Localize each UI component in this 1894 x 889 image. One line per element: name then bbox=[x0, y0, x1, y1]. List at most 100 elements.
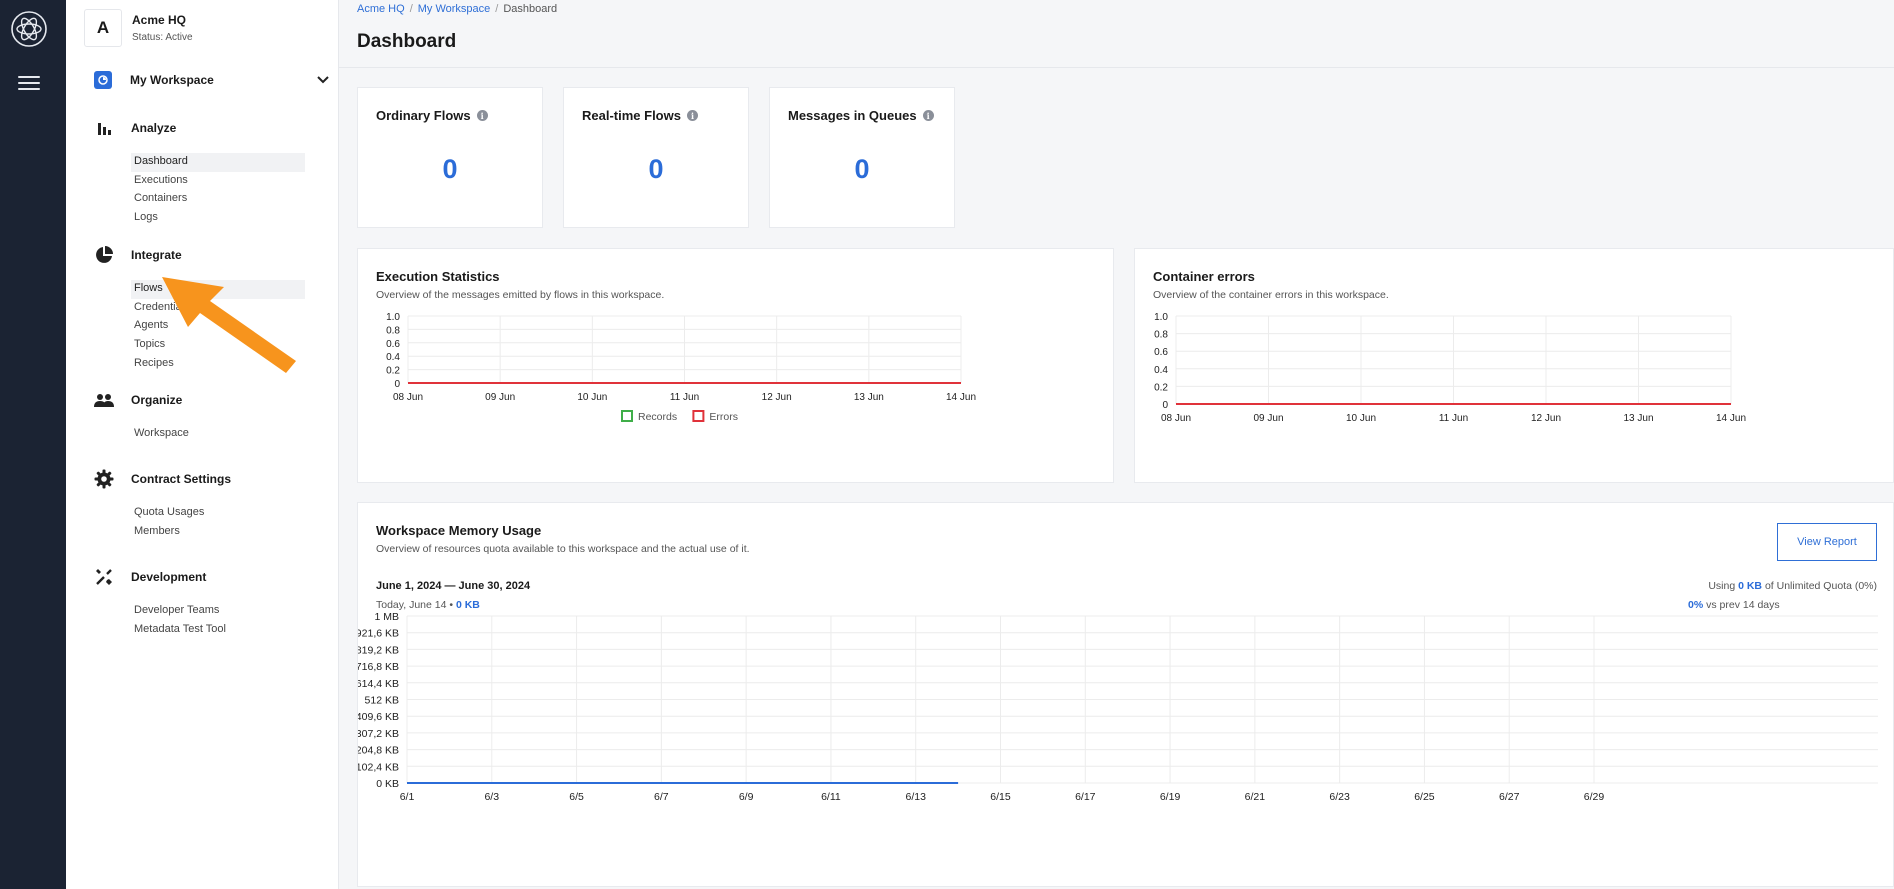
y-tick-label: 0.8 bbox=[386, 325, 400, 336]
info-icon[interactable]: i bbox=[686, 110, 698, 121]
stat-card-ordinary-flows: Ordinary Flows i 0 bbox=[357, 87, 543, 228]
y-tick-label: 0.4 bbox=[386, 352, 400, 363]
x-tick-label: 6/15 bbox=[990, 791, 1011, 803]
breadcrumb-separator: / bbox=[409, 3, 413, 15]
x-tick-label: 6/13 bbox=[905, 791, 926, 803]
memory-usage-chart: 0 KB 102,4 KB 204,8 KB 307,2 KB 409,6 KB 512 … bbox=[358, 611, 1878, 803]
memory-usage-card: Workspace Memory Usage Overview of resou… bbox=[357, 502, 1894, 887]
y-tick-label: 0 bbox=[1162, 400, 1168, 411]
y-tick-label: 819,2 KB bbox=[358, 644, 399, 656]
x-tick-label: 6/3 bbox=[484, 791, 499, 803]
x-tick-label: 13 Jun bbox=[854, 392, 884, 403]
section-title-contract-settings: Contract Settings bbox=[131, 472, 232, 486]
sidebar-item-workspace[interactable]: Workspace bbox=[131, 425, 305, 444]
stat-label: Ordinary Flows bbox=[376, 108, 471, 123]
y-tick-label: 1.0 bbox=[386, 312, 400, 323]
y-tick-label: 716,8 KB bbox=[358, 661, 399, 673]
stat-value: 0 bbox=[854, 154, 870, 184]
x-tick-label: 14 Jun bbox=[946, 392, 976, 403]
x-tick-label: 08 Jun bbox=[1161, 413, 1191, 424]
breadcrumb-separator: / bbox=[495, 3, 499, 15]
x-tick-label: 6/21 bbox=[1245, 791, 1266, 803]
stat-card-realtime-flows: Real-time Flows i 0 bbox=[563, 87, 749, 228]
workspace-selector-label: My Workspace bbox=[130, 73, 214, 87]
y-tick-label: 0.6 bbox=[1154, 347, 1168, 358]
sidebar-item-quota-usages[interactable]: Quota Usages bbox=[131, 504, 305, 523]
sidebar: A Acme HQ Status: Active My Workspace An… bbox=[66, 0, 339, 889]
x-tick-label: 6/1 bbox=[400, 791, 415, 803]
x-tick-label: 09 Jun bbox=[485, 392, 515, 403]
y-tick-label: 0 bbox=[394, 379, 400, 390]
x-tick-label: 09 Jun bbox=[1253, 413, 1283, 424]
legend-label: Records bbox=[638, 411, 677, 423]
stat-card-messages-in-queues: Messages in Queues i 0 bbox=[769, 87, 955, 228]
x-tick-label: 11 Jun bbox=[670, 392, 699, 403]
hamburger-menu-icon[interactable] bbox=[18, 76, 40, 94]
x-tick-label: 6/17 bbox=[1075, 791, 1096, 803]
info-icon[interactable]: i bbox=[476, 110, 488, 121]
y-tick-label: 307,2 KB bbox=[358, 728, 399, 740]
execution-statistics-chart: 0 0.2 0.4 0.6 0.8 1.0 08 Jun 09 Jun 10 Jun 11 Jun… bbox=[386, 312, 976, 423]
sidebar-item-dashboard[interactable]: Dashboard bbox=[131, 153, 305, 172]
y-tick-label: 0.4 bbox=[1154, 365, 1168, 376]
y-tick-label: 0.2 bbox=[386, 366, 400, 377]
breadcrumb: Acme HQ / My Workspace / Dashboard bbox=[357, 3, 557, 15]
app-rail bbox=[0, 0, 66, 889]
x-tick-label: 12 Jun bbox=[762, 392, 792, 403]
sidebar-item-executions[interactable]: Executions bbox=[131, 172, 305, 191]
x-tick-label: 6/11 bbox=[821, 791, 841, 803]
x-tick-label: 6/7 bbox=[654, 791, 669, 803]
y-tick-label: 1 MB bbox=[374, 611, 399, 623]
y-tick-label: 102,4 KB bbox=[358, 761, 399, 773]
x-tick-label: 10 Jun bbox=[1346, 413, 1376, 424]
x-tick-label: 11 Jun bbox=[1439, 413, 1468, 424]
tenant-status: Status: Active bbox=[132, 32, 193, 43]
sidebar-section-organize: Organize Workspace bbox=[94, 390, 330, 444]
breadcrumb-root[interactable]: Acme HQ bbox=[357, 3, 405, 15]
section-title-integrate: Integrate bbox=[131, 248, 182, 262]
y-tick-label: 409,6 KB bbox=[358, 711, 399, 723]
y-tick-label: 204,8 KB bbox=[358, 745, 399, 757]
workspace-selector[interactable]: My Workspace bbox=[94, 71, 330, 89]
workspace-icon bbox=[94, 71, 112, 89]
sidebar-item-logs[interactable]: Logs bbox=[131, 209, 305, 228]
pie-chart-icon bbox=[94, 245, 114, 265]
tenant-avatar: A bbox=[84, 9, 122, 47]
section-title-organize: Organize bbox=[131, 393, 183, 407]
logo-icon[interactable] bbox=[10, 10, 48, 48]
sidebar-item-members[interactable]: Members bbox=[131, 523, 305, 542]
breadcrumb-workspace[interactable]: My Workspace bbox=[418, 3, 491, 15]
y-tick-label: 0.2 bbox=[1154, 382, 1168, 393]
people-icon bbox=[94, 390, 114, 410]
sidebar-section-contract-settings: Contract Settings Quota Usages Members bbox=[94, 469, 330, 541]
legend-swatch bbox=[692, 410, 705, 422]
sidebar-item-developer-teams[interactable]: Developer Teams bbox=[131, 602, 305, 621]
header-divider bbox=[339, 67, 1894, 68]
sidebar-item-metadata-test-tool[interactable]: Metadata Test Tool bbox=[131, 621, 305, 640]
stat-label: Real-time Flows bbox=[582, 108, 681, 123]
container-errors-chart: 0 0.2 0.4 0.6 0.8 1.0 08 Jun 09 Jun 10 Jun 11 Jun… bbox=[1154, 312, 1746, 424]
section-title-analyze: Analyze bbox=[131, 121, 177, 135]
x-tick-label: 6/25 bbox=[1414, 791, 1435, 803]
x-tick-label: 12 Jun bbox=[1531, 413, 1561, 424]
x-tick-label: 6/29 bbox=[1584, 791, 1605, 803]
sidebar-item-containers[interactable]: Containers bbox=[131, 190, 305, 209]
x-tick-label: 6/5 bbox=[569, 791, 584, 803]
sidebar-section-analyze: Analyze Dashboard Executions Containers … bbox=[94, 118, 330, 228]
info-icon[interactable]: i bbox=[922, 110, 934, 121]
execution-statistics-card: Execution Statistics Overview of the mes… bbox=[357, 248, 1114, 483]
x-tick-label: 14 Jun bbox=[1716, 413, 1746, 424]
y-tick-label: 614,4 KB bbox=[358, 678, 399, 690]
x-tick-label: 6/23 bbox=[1329, 791, 1350, 803]
tenant-name: Acme HQ bbox=[132, 13, 187, 27]
page-title: Dashboard bbox=[357, 31, 457, 52]
stat-value: 0 bbox=[442, 154, 458, 184]
main-content: Acme HQ / My Workspace / Dashboard Dashboard… bbox=[339, 0, 1894, 889]
y-tick-label: 512 KB bbox=[365, 695, 399, 707]
y-tick-label: 1.0 bbox=[1154, 312, 1168, 323]
x-tick-label: 13 Jun bbox=[1623, 413, 1653, 424]
tenant-header[interactable]: A Acme HQ Status: Active bbox=[84, 9, 193, 47]
bar-chart-icon bbox=[94, 118, 114, 138]
tools-icon bbox=[94, 567, 114, 587]
stat-label: Messages in Queues bbox=[788, 108, 917, 123]
